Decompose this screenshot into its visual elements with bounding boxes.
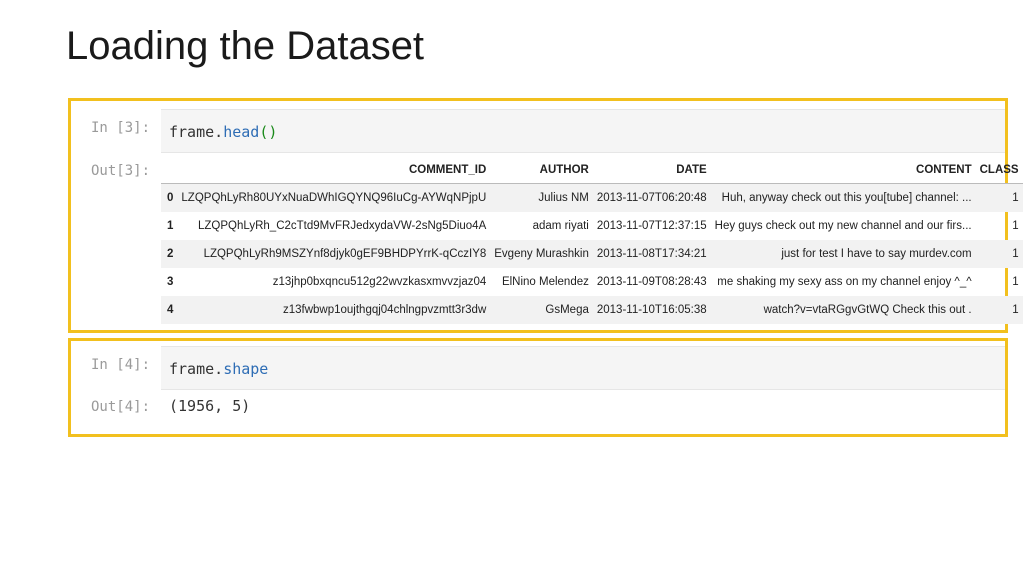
cell-author: ElNino Melendez bbox=[501, 276, 589, 288]
cell-content: Hey guys check out my new channel and ou… bbox=[714, 220, 972, 232]
cell-class: 1 bbox=[1012, 220, 1019, 232]
cell-author: GsMega bbox=[490, 296, 593, 324]
table-header-row: COMMENT_ID AUTHOR DATE CONTENT CLASS bbox=[161, 157, 1023, 184]
cell-content: Huh, anyway check out this you[tube] cha… bbox=[710, 183, 976, 212]
cell-author: Evgeny Murashkin bbox=[490, 240, 593, 268]
cell-class: 1 bbox=[975, 183, 1023, 212]
code-object: frame. bbox=[169, 360, 224, 378]
code-input[interactable]: frame.head() bbox=[161, 109, 1005, 153]
cell-author: adam riyati bbox=[532, 220, 589, 232]
row-index: 0 bbox=[161, 183, 178, 212]
cell-date: 2013-11-09T08:28:43 bbox=[596, 276, 707, 288]
code-parens: () bbox=[259, 123, 278, 141]
notebook-cell-shape[interactable]: In [4]: frame.shape Out[4]: (1956, 5) bbox=[68, 338, 1008, 437]
cell-content: watch?v=vtaRGgvGtWQ Check this out . bbox=[710, 296, 976, 324]
table-row: 3 z13jhp0bxqncu512g22wvzkasxmvvzjaz04 El… bbox=[161, 268, 1023, 296]
column-header-content: CONTENT bbox=[710, 157, 976, 184]
column-header-class: CLASS bbox=[975, 157, 1023, 184]
column-header-author: AUTHOR bbox=[490, 157, 593, 184]
row-index: 3 bbox=[167, 276, 174, 288]
out-prompt: Out[3]: bbox=[91, 163, 151, 179]
cell-date: 2013-11-07T06:20:48 bbox=[592, 183, 711, 212]
out-prompt: Out[4]: bbox=[91, 399, 151, 415]
code-method: head bbox=[223, 123, 260, 141]
cell-author: Julius NM bbox=[490, 183, 593, 212]
cell-content: just for test I have to say murdev.com bbox=[710, 240, 976, 268]
code-method: shape bbox=[223, 360, 269, 378]
cell-comment-id: LZQPQhLyRh_C2cTtd9MvFRJedxydaVW-2sNg5Diu… bbox=[198, 220, 487, 232]
in-prompt: In [4]: bbox=[91, 357, 151, 373]
code-object: frame. bbox=[169, 123, 224, 141]
table-row: 2 LZQPQhLyRh9MSZYnf8djyk0gEF9BHDPYrrK-qC… bbox=[161, 240, 1023, 268]
slide-title: Loading the Dataset bbox=[66, 24, 425, 68]
column-header-date: DATE bbox=[592, 157, 711, 184]
shape-output: (1956, 5) bbox=[169, 397, 251, 415]
cell-comment-id: z13fwbwp1oujthgqj04chlngpvzmtt3r3dw bbox=[177, 296, 491, 324]
row-index: 2 bbox=[161, 240, 178, 268]
table-row: 1 LZQPQhLyRh_C2cTtd9MvFRJedxydaVW-2sNg5D… bbox=[161, 212, 1023, 240]
cell-comment-id: LZQPQhLyRh80UYxNuaDWhIGQYNQ96IuCg-AYWqNP… bbox=[177, 183, 491, 212]
dataframe-table: COMMENT_ID AUTHOR DATE CONTENT CLASS 0 L… bbox=[161, 157, 1023, 324]
cell-comment-id: z13jhp0bxqncu512g22wvzkasxmvvzjaz04 bbox=[272, 276, 487, 288]
cell-class: 1 bbox=[975, 296, 1023, 324]
cell-class: 1 bbox=[1012, 276, 1019, 288]
cell-content: me shaking my sexy ass on my channel enj… bbox=[717, 276, 972, 288]
row-index: 1 bbox=[167, 220, 174, 232]
cell-comment-id: LZQPQhLyRh9MSZYnf8djyk0gEF9BHDPYrrK-qCcz… bbox=[177, 240, 491, 268]
table-row: 0 LZQPQhLyRh80UYxNuaDWhIGQYNQ96IuCg-AYWq… bbox=[161, 183, 1023, 212]
cell-class: 1 bbox=[975, 240, 1023, 268]
code-input[interactable]: frame.shape bbox=[161, 346, 1005, 390]
cell-date: 2013-11-10T16:05:38 bbox=[592, 296, 711, 324]
column-header-index bbox=[161, 157, 178, 184]
column-header-comment-id: COMMENT_ID bbox=[177, 157, 491, 184]
cell-date: 2013-11-08T17:34:21 bbox=[592, 240, 711, 268]
notebook-cell-head[interactable]: In [3]: frame.head() Out[3]: COMMENT_ID … bbox=[68, 98, 1023, 333]
table-row: 4 z13fwbwp1oujthgqj04chlngpvzmtt3r3dw Gs… bbox=[161, 296, 1023, 324]
row-index: 4 bbox=[161, 296, 178, 324]
in-prompt: In [3]: bbox=[91, 120, 151, 136]
cell-date: 2013-11-07T12:37:15 bbox=[596, 220, 707, 232]
